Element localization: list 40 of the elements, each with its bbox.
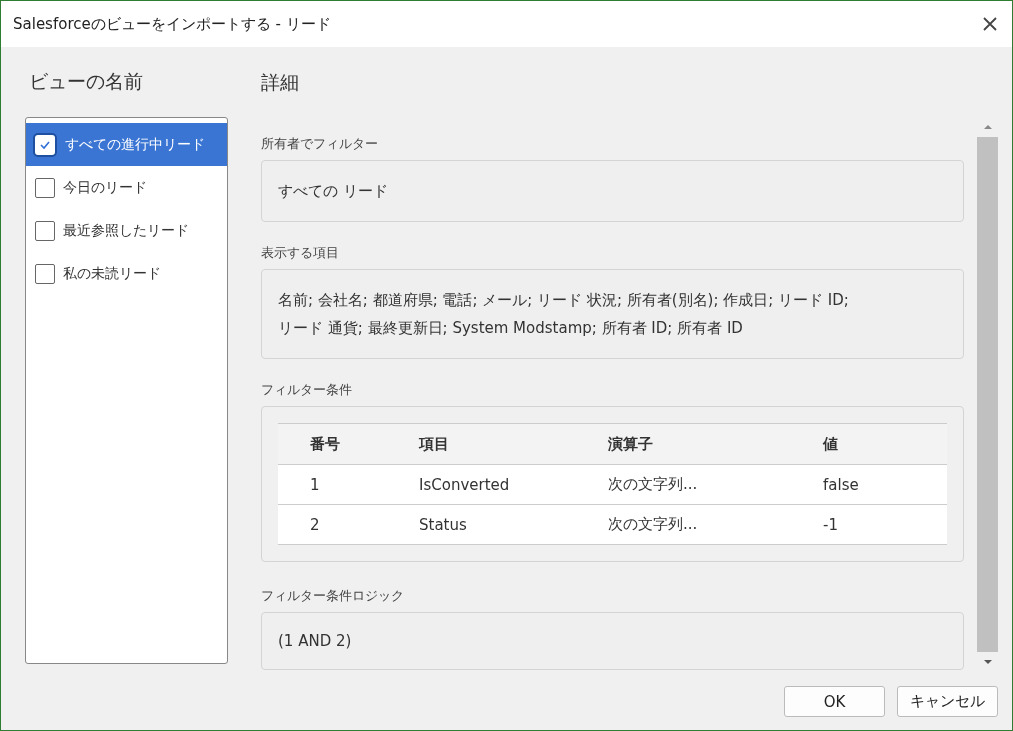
window-title: Salesforceのビューをインポートする - リード (13, 14, 331, 34)
section-heading: ビューの名前 (28, 69, 144, 94)
owner-filter-field: すべての リード (261, 160, 964, 222)
section-heading: 詳細 (261, 70, 300, 95)
scroll-up-icon[interactable] (982, 123, 993, 131)
view-item[interactable]: すべての進行中リード (26, 123, 227, 166)
table-cell: IsConverted (418, 464, 607, 505)
view-item[interactable]: 最近参照したリード (26, 209, 227, 252)
view-label: 私の未読リード (63, 264, 161, 283)
column-header: 番号 (278, 423, 418, 465)
view-item[interactable]: 今日のリード (26, 166, 227, 209)
ok-button[interactable]: OK (784, 686, 885, 717)
table-cell: 1 (278, 464, 418, 505)
field-label: 表示する項目 (261, 244, 340, 262)
cancel-button[interactable]: キャンセル (897, 686, 998, 717)
view-item[interactable]: 私の未読リード (26, 252, 227, 295)
field-label: フィルター条件ロジック (261, 587, 405, 605)
column-header: 演算子 (607, 423, 822, 465)
table-cell: false (822, 464, 947, 505)
table-cell: 2 (278, 504, 418, 545)
checkbox[interactable] (35, 177, 55, 198)
table-cell: 次の文字列... (607, 464, 822, 505)
filter-logic-field: (1 AND 2) (261, 612, 964, 670)
column-header: 項目 (418, 423, 607, 465)
view-label: 最近参照したリード (63, 221, 189, 240)
checkbox[interactable] (35, 220, 55, 241)
checkbox[interactable] (35, 263, 55, 284)
table-cell: Status (418, 504, 607, 545)
view-label: 今日のリード (63, 178, 147, 197)
view-label: すべての進行中リード (65, 135, 205, 154)
table-cell: 次の文字列... (607, 504, 822, 545)
column-header: 値 (822, 423, 947, 465)
fields-text: 名前; 会社名; 都道府県; 電話; メール; リード 状況; 所有者(別名); 作成日; リード ID; リード 通貨; 最終更新日; System Modstamp; 所有者 ID; 所有者 ID (261, 269, 964, 359)
scroll-down-icon[interactable] (982, 658, 993, 666)
close-icon (982, 16, 998, 32)
field-label: 所有者でフィルター (261, 135, 379, 153)
table-cell: -1 (822, 504, 947, 545)
field-label: フィルター条件 (261, 381, 353, 399)
check-icon (39, 139, 51, 150)
checkbox[interactable] (33, 132, 57, 157)
